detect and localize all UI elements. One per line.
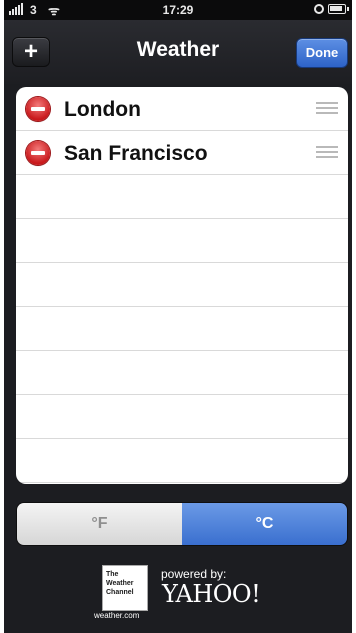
drag-handle-icon[interactable] (316, 146, 338, 160)
city-name: San Francisco (64, 142, 208, 165)
celsius-segment[interactable]: °C (182, 503, 347, 545)
weather-channel-logo: The Weather Channel (102, 565, 148, 611)
rotation-lock-icon (314, 4, 324, 14)
status-time: 17:29 (162, 3, 194, 17)
city-row[interactable]: London (16, 87, 348, 131)
navigation-bar: + Weather Done (4, 20, 352, 84)
weather-settings-screen: 3 ᯤ 17:29 + Weather Done London San Fran… (4, 0, 352, 633)
city-row[interactable]: San Francisco (16, 131, 348, 175)
status-bar: 3 ᯤ 17:29 (4, 0, 352, 20)
fahrenheit-segment[interactable]: °F (17, 503, 182, 545)
powered-by-label: powered by: (161, 567, 227, 581)
done-button[interactable]: Done (296, 38, 348, 68)
yahoo-logo: YAHOO! (162, 580, 261, 608)
city-name: London (64, 98, 141, 121)
delete-icon[interactable] (26, 141, 50, 165)
temperature-unit-toggle: °F °C (16, 502, 348, 546)
drag-handle-icon[interactable] (316, 102, 338, 116)
battery-icon (328, 4, 349, 14)
delete-icon[interactable] (26, 97, 50, 121)
weather-com-label: weather.com (94, 611, 140, 620)
city-list: London San Francisco (16, 87, 348, 484)
